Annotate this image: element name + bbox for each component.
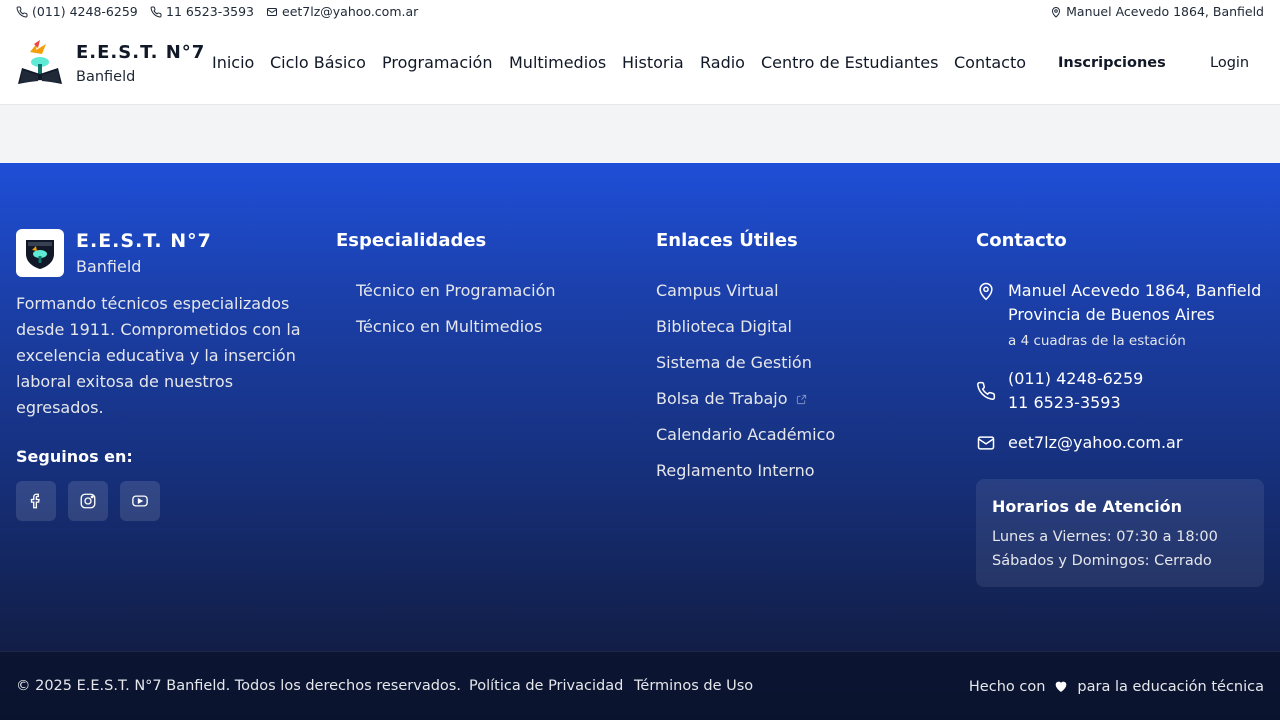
site-subtitle: Banfield	[76, 69, 136, 85]
nav-centro-estudiantes[interactable]: Centro de Estudiantes	[761, 53, 938, 72]
phone-icon	[150, 5, 162, 17]
especialidades-title: Especialidades	[336, 230, 487, 251]
contact-phone-2[interactable]: 11 6523-3593	[1008, 393, 1121, 412]
nav-multimedios[interactable]: Multimedios	[509, 53, 606, 72]
external-link-icon	[796, 394, 806, 405]
made-with-love: Hecho con para la educación técnica	[969, 678, 1264, 695]
topbar-phone-1-text: (011) 4248-6259	[32, 4, 138, 19]
copyright-text: © 2025 E.E.S.T. N°7 Banfield. Todos los …	[16, 678, 461, 694]
privacy-policy-link[interactable]: Política de Privacidad	[469, 678, 623, 694]
login-button[interactable]: Login	[1210, 55, 1249, 71]
contact-address-line-1: Manuel Acevedo 1864, Banfield	[1008, 281, 1262, 300]
contact-address-line-2: Provincia de Buenos Aires	[1008, 305, 1215, 324]
topbar-address-text: Manuel Acevedo 1864, Banfield	[1066, 4, 1264, 19]
link-sistema-gestion[interactable]: Sistema de Gestión	[656, 353, 812, 372]
nav-programacion[interactable]: Programación	[382, 53, 492, 72]
made-with-suffix: para la educación técnica	[1077, 679, 1264, 695]
footer-subtitle: Banfield	[76, 257, 142, 276]
inscripciones-button[interactable]: Inscripciones	[1058, 55, 1166, 71]
link-bolsa-trabajo[interactable]: Bolsa de Trabajo	[656, 389, 807, 408]
main-content	[0, 105, 1280, 163]
link-reglamento-interno[interactable]: Reglamento Interno	[656, 461, 815, 480]
hours-weekdays: Lunes a Viernes: 07:30 a 18:00	[992, 529, 1218, 545]
terms-of-use-link[interactable]: Términos de Uso	[634, 678, 753, 694]
facebook-icon	[30, 493, 40, 509]
topbar-address: Manuel Acevedo 1864, Banfield	[1050, 4, 1264, 19]
enlaces-title: Enlaces Útiles	[656, 230, 798, 251]
contact-topbar: (011) 4248-6259 11 6523-3593 eet7lz@yaho…	[0, 0, 1280, 24]
follow-us-label: Seguinos en:	[16, 447, 133, 466]
link-tecnico-multimedios[interactable]: Técnico en Multimedios	[356, 317, 542, 336]
mail-icon	[977, 436, 995, 450]
nav-historia[interactable]: Historia	[622, 53, 684, 72]
topbar-phone-2-text: 11 6523-3593	[166, 4, 255, 19]
contacto-title: Contacto	[976, 230, 1067, 251]
link-bolsa-trabajo-label: Bolsa de Trabajo	[656, 389, 788, 408]
link-calendario-academico[interactable]: Calendario Académico	[656, 425, 835, 444]
phone-icon	[16, 5, 28, 17]
instagram-icon	[80, 493, 96, 509]
topbar-email-text: eet7lz@yahoo.com.ar	[282, 4, 419, 19]
site-footer: E.E.S.T. N°7 Banfield Formando técnicos …	[0, 163, 1280, 720]
footer-description: Formando técnicos especializados desde 1…	[16, 294, 301, 417]
phone-icon	[977, 381, 996, 400]
topbar-phone-2[interactable]: 11 6523-3593	[150, 4, 254, 19]
contact-phone-1[interactable]: (011) 4248-6259	[1008, 369, 1143, 388]
footer-bottom-bar: © 2025 E.E.S.T. N°7 Banfield. Todos los …	[0, 651, 1280, 720]
footer-logo	[16, 229, 64, 277]
school-crest-icon	[26, 240, 54, 269]
contact-email[interactable]: eet7lz@yahoo.com.ar	[1008, 433, 1182, 452]
map-pin-icon	[1052, 6, 1061, 18]
footer-title: E.E.S.T. N°7	[76, 230, 212, 252]
contact-address-note: a 4 cuadras de la estación	[1008, 333, 1186, 349]
nav-contacto[interactable]: Contacto	[954, 53, 1026, 72]
opening-hours-card: Horarios de Atención Lunes a Viernes: 07…	[976, 479, 1264, 587]
opening-hours-title: Horarios de Atención	[992, 497, 1183, 516]
link-campus-virtual[interactable]: Campus Virtual	[656, 281, 779, 300]
nav-ciclo-basico[interactable]: Ciclo Básico	[270, 53, 366, 72]
topbar-phone-1[interactable]: (011) 4248-6259	[16, 4, 138, 19]
site-header: E.E.S.T. N°7 Banfield Inicio Ciclo Básic…	[0, 24, 1280, 105]
facebook-link[interactable]	[16, 481, 56, 521]
school-logo[interactable]	[16, 38, 64, 88]
heart-icon	[1056, 681, 1067, 692]
topbar-email[interactable]: eet7lz@yahoo.com.ar	[266, 4, 418, 19]
youtube-link[interactable]	[120, 481, 160, 521]
mail-icon	[267, 7, 277, 16]
nav-radio[interactable]: Radio	[700, 53, 745, 72]
link-tecnico-programacion[interactable]: Técnico en Programación	[356, 281, 556, 300]
made-with-prefix: Hecho con	[968, 679, 1046, 695]
map-pin-icon	[979, 282, 993, 301]
nav-inicio[interactable]: Inicio	[212, 53, 254, 72]
hours-weekend: Sábados y Domingos: Cerrado	[992, 553, 1212, 569]
link-biblioteca-digital[interactable]: Biblioteca Digital	[656, 317, 792, 336]
instagram-link[interactable]	[68, 481, 108, 521]
youtube-icon	[132, 495, 148, 507]
site-title[interactable]: E.E.S.T. N°7	[76, 42, 205, 63]
